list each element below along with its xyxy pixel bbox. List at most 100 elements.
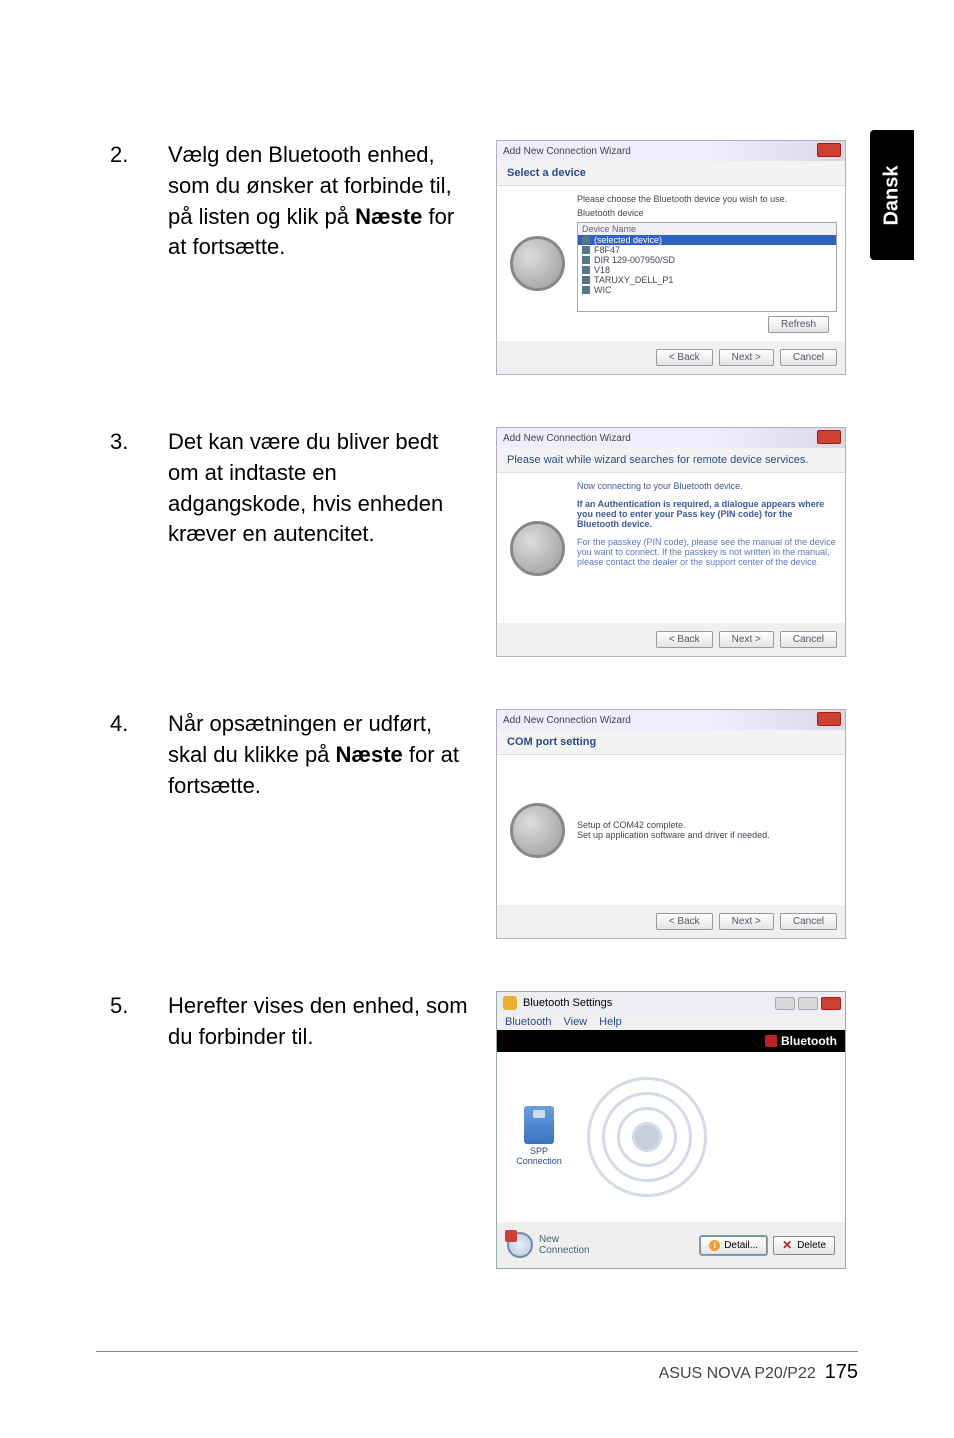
footer-divider (96, 1351, 858, 1352)
window-title: Bluetooth Settings (523, 997, 612, 1009)
page-number: 175 (825, 1361, 858, 1383)
passkey-hint-text: For the passkey (PIN code), please see t… (577, 537, 837, 567)
step-4: 4. Når opsætningen er udført, skal du kl… (110, 709, 840, 939)
refresh-button[interactable]: Refresh (768, 316, 829, 333)
wizard-title-text: Add New Connection Wizard (503, 715, 631, 726)
step-screenshot: Add New Connection Wizard Select a devic… (496, 140, 846, 375)
back-button[interactable]: < Back (656, 349, 713, 366)
list-item[interactable]: TARUXY_DELL_P1 (578, 275, 836, 285)
device-circle-icon (510, 803, 565, 858)
text-before: Det kan være du bliver bedt om at indtas… (168, 429, 443, 546)
list-item[interactable]: (selected device) (578, 235, 836, 245)
next-button[interactable]: Next > (719, 631, 774, 648)
next-button[interactable]: Next > (719, 913, 774, 930)
menu-view[interactable]: View (563, 1016, 587, 1028)
wizard-heading: COM port setting (497, 730, 845, 755)
serial-port-icon (524, 1106, 554, 1144)
connecting-text: Now connecting to your Bluetooth device. (577, 481, 837, 491)
brand-bar: Bluetooth (497, 1030, 845, 1052)
wizard-titlebar: Add New Connection Wizard (497, 141, 845, 161)
wizard-footer: < Back Next > Cancel (497, 341, 845, 374)
wizard-titlebar: Add New Connection Wizard (497, 428, 845, 448)
page-footer: ASUS NOVA P20/P22 175 (659, 1361, 858, 1384)
spp-connection-item[interactable]: SPP Connection (515, 1106, 563, 1168)
window-controls (775, 997, 841, 1010)
device-icon (582, 246, 590, 254)
step-screenshot: Bluetooth Settings Bluetooth View Help B… (496, 991, 846, 1269)
menu-bar: Bluetooth View Help (497, 1014, 845, 1030)
step-text: Vælg den Bluetooth enhed, som du ønsker … (168, 140, 468, 263)
delete-button[interactable]: ✕ Delete (773, 1236, 835, 1255)
device-icon (582, 266, 590, 274)
connection-canvas: SPP Connection (497, 1052, 845, 1222)
delete-label: Delete (797, 1240, 826, 1251)
close-icon[interactable] (817, 143, 841, 157)
wizard-body: Please choose the Bluetooth device you w… (497, 186, 845, 341)
close-icon[interactable] (821, 997, 841, 1010)
setup-hint-text: Set up application software and driver i… (577, 830, 837, 840)
detail-button[interactable]: i Detail... (700, 1236, 767, 1255)
cancel-button[interactable]: Cancel (780, 631, 837, 648)
text-before: Herefter vises den enhed, som du forbind… (168, 993, 468, 1049)
spp-label: SPP (530, 1146, 548, 1156)
menu-bluetooth[interactable]: Bluetooth (505, 1016, 551, 1028)
list-item[interactable]: WIC (578, 285, 836, 295)
text-bold: Næste (336, 742, 403, 767)
menu-help[interactable]: Help (599, 1016, 622, 1028)
step-text: Når opsætningen er udført, skal du klikk… (168, 709, 468, 801)
back-button[interactable]: < Back (656, 631, 713, 648)
list-item[interactable]: DIR 129-007950/SD (578, 255, 836, 265)
wizard-com-port: Add New Connection Wizard COM port setti… (496, 709, 846, 939)
page-content: 2. Vælg den Bluetooth enhed, som du ønsk… (110, 140, 840, 1321)
wizard-body: Now connecting to your Bluetooth device.… (497, 473, 845, 623)
close-icon[interactable] (817, 430, 841, 444)
text-bold: Næste (355, 204, 422, 229)
device-list-header: Device Name (578, 223, 836, 235)
step-number: 3. (110, 427, 140, 458)
wizard-title-text: Add New Connection Wizard (503, 433, 631, 444)
wizard-instruction: Please choose the Bluetooth device you w… (577, 194, 837, 204)
language-label: Dansk (881, 165, 904, 225)
device-circle-icon (510, 521, 565, 576)
new-connection-button[interactable]: New Connection (507, 1232, 590, 1258)
close-icon[interactable] (817, 712, 841, 726)
newcon-label1: New (539, 1234, 590, 1245)
spp-sublabel: Connection (516, 1156, 562, 1166)
device-icon (582, 236, 590, 244)
list-item[interactable]: F8F47 (578, 245, 836, 255)
step-number: 5. (110, 991, 140, 1022)
step-3: 3. Det kan være du bliver bedt om at ind… (110, 427, 840, 657)
device-icon (582, 286, 590, 294)
signal-waves-icon (587, 1077, 707, 1197)
next-button[interactable]: Next > (719, 349, 774, 366)
cancel-button[interactable]: Cancel (780, 349, 837, 366)
wizard-content: Now connecting to your Bluetooth device.… (577, 473, 845, 623)
cancel-button[interactable]: Cancel (780, 913, 837, 930)
window-footer: New Connection i Detail... ✕ Delete (497, 1222, 845, 1268)
language-tab: Dansk (870, 130, 914, 260)
newcon-label2: Connection (539, 1245, 590, 1256)
wizard-content: Setup of COM42 complete. Set up applicat… (577, 755, 845, 905)
bluetooth-logo-icon (765, 1035, 777, 1047)
wizard-footer: < Back Next > Cancel (497, 623, 845, 656)
refresh-row: Refresh (577, 312, 837, 333)
back-button[interactable]: < Back (656, 913, 713, 930)
step-5: 5. Herefter vises den enhed, som du forb… (110, 991, 840, 1269)
wizard-authentication: Add New Connection Wizard Please wait wh… (496, 427, 846, 657)
wizard-heading: Please wait while wizard searches for re… (497, 448, 845, 473)
device-list[interactable]: Device Name (selected device) F8F47 DIR … (577, 222, 837, 312)
auth-required-text: If an Authentication is required, a dial… (577, 499, 837, 529)
wizard-icon (497, 186, 577, 341)
delete-x-icon: ✕ (782, 1240, 793, 1251)
step-screenshot: Add New Connection Wizard Please wait wh… (496, 427, 846, 657)
wizard-title-text: Add New Connection Wizard (503, 146, 631, 157)
action-buttons: i Detail... ✕ Delete (700, 1236, 835, 1255)
minimize-icon[interactable] (775, 997, 795, 1010)
maximize-icon[interactable] (798, 997, 818, 1010)
step-screenshot: Add New Connection Wizard COM port setti… (496, 709, 846, 939)
wizard-footer: < Back Next > Cancel (497, 905, 845, 938)
list-item[interactable]: V18 (578, 265, 836, 275)
wizard-icon (497, 473, 577, 623)
step-number: 4. (110, 709, 140, 740)
device-icon (582, 276, 590, 284)
